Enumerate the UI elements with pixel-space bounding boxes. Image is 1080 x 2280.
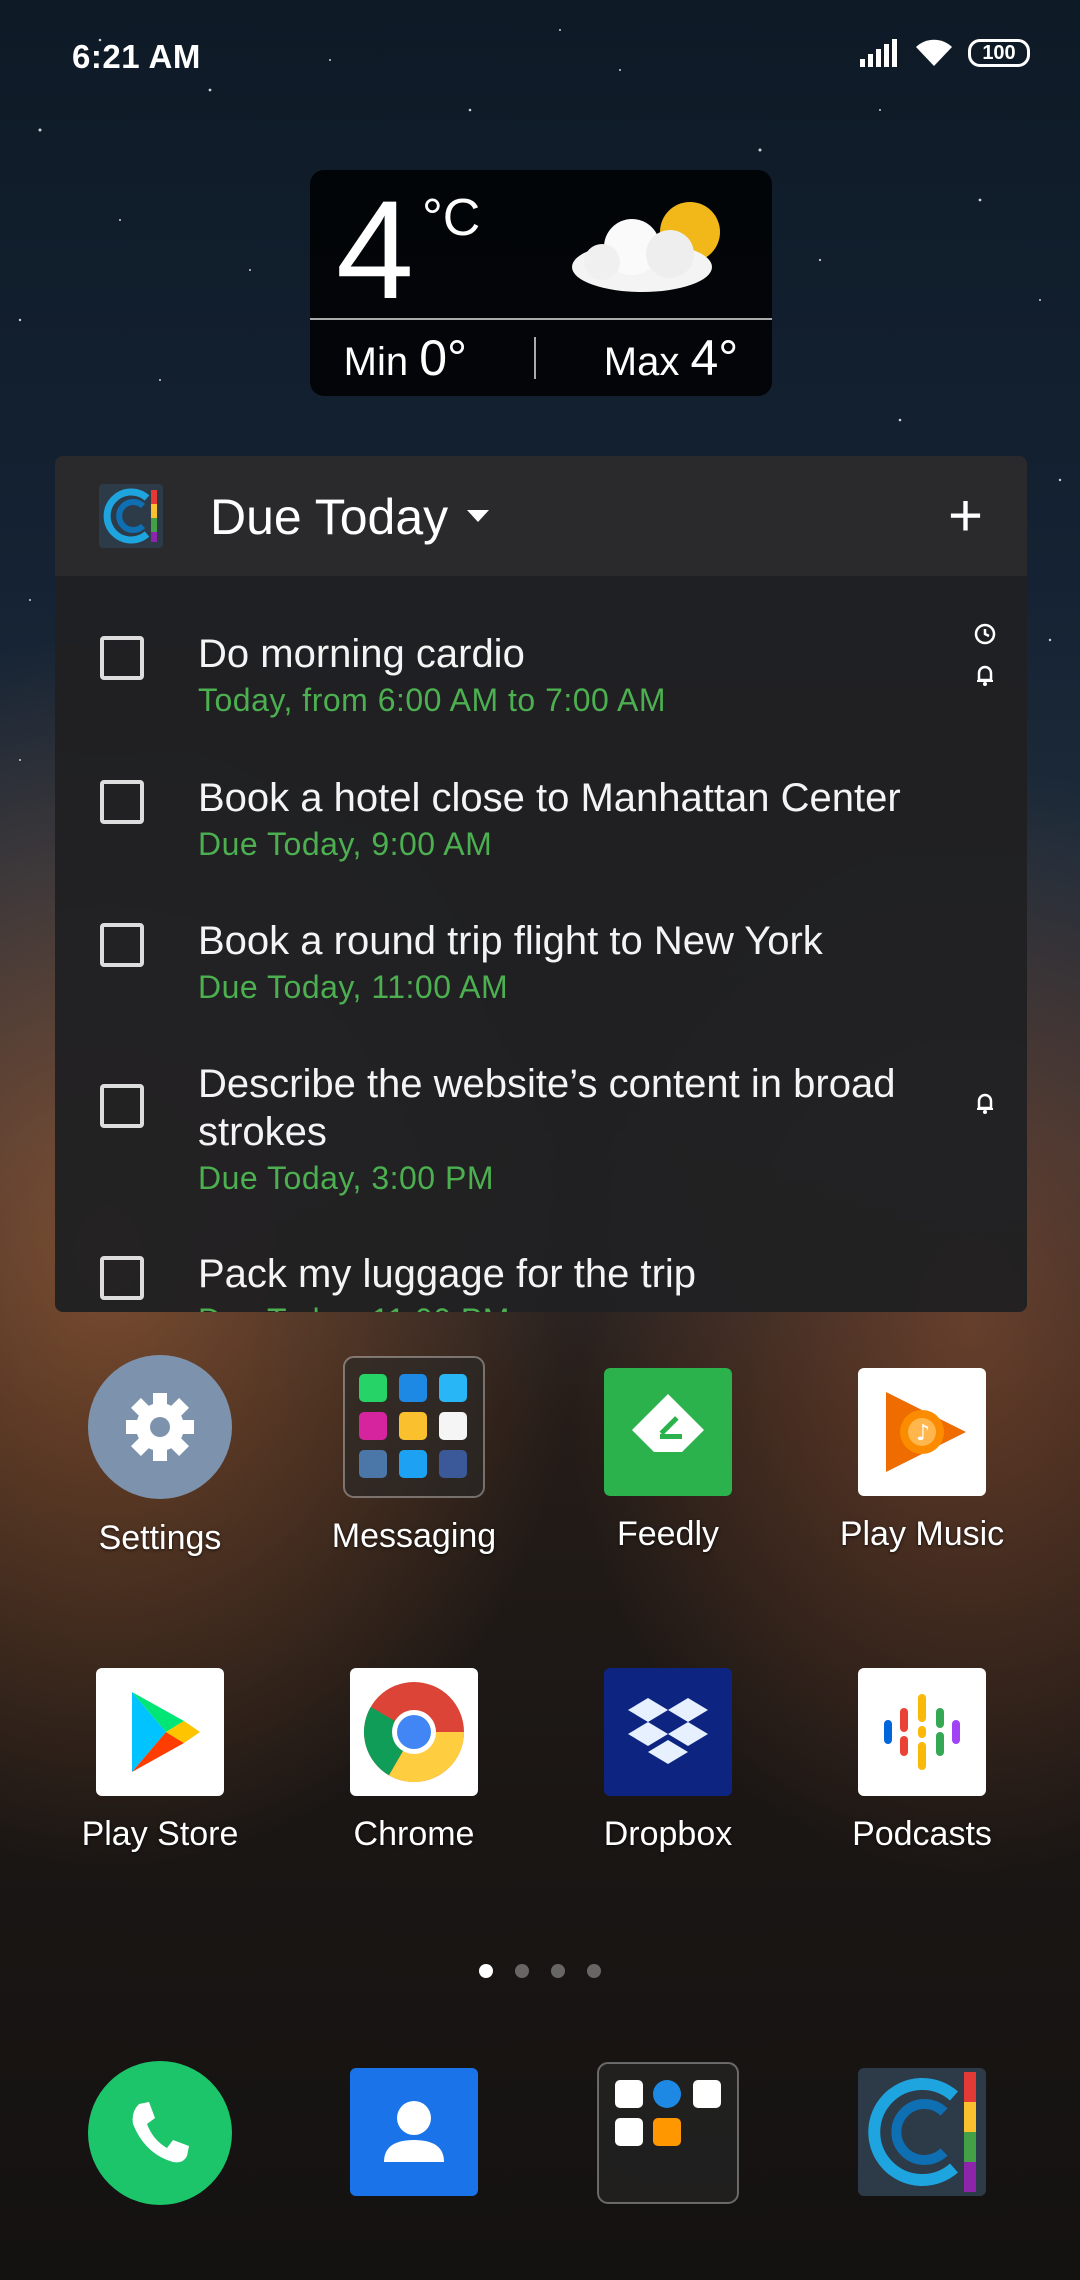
dropbox-icon: [604, 1668, 732, 1796]
status-icons: 100: [860, 38, 1030, 68]
task-item[interactable]: Book a round trip flight to New York Due…: [55, 903, 1027, 1013]
dock-tasks-app[interactable]: [822, 2068, 1022, 2201]
task-due: Due Today, 11:00 AM: [198, 969, 509, 1005]
weather-widget[interactable]: 4 °C Min 0° Max 4°: [310, 170, 772, 396]
task-title: Book a hotel close to Manhattan Center: [198, 776, 901, 820]
weather-min: Min 0°: [343, 330, 468, 386]
tasks-app-logo-icon: [99, 484, 163, 548]
task-item[interactable]: Book a hotel close to Manhattan Center D…: [55, 760, 1027, 870]
widget-header: Due Today +: [55, 456, 1027, 576]
status-time: 6:21 AM: [72, 38, 201, 75]
page-indicator: [0, 1964, 1080, 1978]
folder-icon: [597, 2062, 739, 2204]
app-label: Chrome: [353, 1815, 475, 1853]
task-checkbox[interactable]: [100, 1256, 144, 1300]
wifi-icon: [916, 39, 952, 66]
page-dot[interactable]: [587, 1964, 601, 1978]
weather-unit: °C: [422, 189, 481, 247]
app-dropbox[interactable]: Dropbox: [568, 1668, 768, 1854]
weather-max: Max 4°: [603, 330, 739, 386]
feedly-icon: [604, 1368, 732, 1496]
play-music-icon: ♪: [858, 1368, 986, 1496]
play-store-icon: [96, 1668, 224, 1796]
app-feedly[interactable]: Feedly: [568, 1368, 768, 1554]
app-label: Dropbox: [603, 1815, 733, 1853]
task-checkbox[interactable]: [100, 923, 144, 967]
app-label: Podcasts: [852, 1815, 992, 1853]
task-checkbox[interactable]: [100, 636, 144, 680]
app-settings[interactable]: Settings: [60, 1355, 260, 1558]
task-due: Today, from 6:00 AM to 7:00 AM: [198, 682, 666, 718]
app-label: Feedly: [616, 1515, 720, 1553]
app-messaging[interactable]: Messaging: [314, 1356, 514, 1556]
dock-folder[interactable]: [568, 2062, 768, 2209]
app-podcasts[interactable]: Podcasts: [822, 1668, 1022, 1854]
task-title: Book a round trip flight to New York: [198, 919, 823, 963]
page-dot[interactable]: [479, 1964, 493, 1978]
app-label: Play Store: [81, 1815, 239, 1853]
task-title: Do morning cardio: [198, 632, 525, 676]
minmax-separator: [534, 337, 537, 379]
task-due: Due Today, 3:00 PM: [198, 1160, 494, 1196]
widget-title[interactable]: Due Today: [210, 488, 448, 546]
podcasts-icon: [858, 1668, 986, 1796]
bell-icon: [977, 665, 993, 686]
app-play-store[interactable]: Play Store: [60, 1668, 260, 1854]
task-due: Due Today, 11:00 PM: [198, 1302, 510, 1312]
app-label: Settings: [98, 1519, 222, 1557]
page-dot[interactable]: [515, 1964, 529, 1978]
svg-text:♪: ♪: [916, 1421, 930, 1446]
weather-divider: [310, 318, 772, 320]
signal-icon: [860, 39, 897, 67]
task-title: Describe the website’s content in broad …: [198, 1062, 896, 1154]
app-play-music[interactable]: ♪ Play Music: [822, 1368, 1022, 1554]
tasks-app-icon: [858, 2068, 986, 2196]
weather-temperature: 4: [336, 171, 414, 328]
task-checkbox[interactable]: [100, 1084, 144, 1128]
dock-contacts[interactable]: [314, 2068, 514, 2201]
add-task-button[interactable]: +: [948, 486, 983, 546]
battery-indicator: 100: [968, 39, 1030, 67]
task-item[interactable]: Do morning cardio Today, from 6:00 AM to…: [55, 616, 1027, 726]
task-checkbox[interactable]: [100, 780, 144, 824]
gear-icon: [88, 1355, 232, 1499]
dock-phone[interactable]: [60, 2060, 260, 2211]
chrome-icon: [350, 1668, 478, 1796]
partly-cloudy-icon: [572, 202, 720, 292]
page-dot[interactable]: [551, 1964, 565, 1978]
contacts-icon: [350, 2068, 478, 2196]
task-item[interactable]: Pack my luggage for the trip Due Today, …: [55, 1236, 1027, 1312]
weather-minmax: Min 0° Max 4°: [310, 330, 772, 386]
chevron-down-icon[interactable]: [467, 510, 489, 522]
folder-icon: [343, 1356, 485, 1498]
app-label: Play Music: [839, 1515, 1005, 1553]
task-item[interactable]: Describe the website’s content in broad …: [55, 1046, 1027, 1206]
phone-icon: [88, 2061, 232, 2205]
tasks-widget: Due Today + Do morning cardio Today, fro…: [55, 456, 1027, 1312]
app-chrome[interactable]: Chrome: [314, 1668, 514, 1854]
task-due: Due Today, 9:00 AM: [198, 826, 493, 862]
bell-icon: [977, 1093, 993, 1114]
app-label: Messaging: [331, 1517, 497, 1555]
repeat-icon: [974, 623, 996, 645]
task-title: Pack my luggage for the trip: [198, 1252, 697, 1296]
status-bar: 6:21 AM 100: [0, 0, 1080, 120]
